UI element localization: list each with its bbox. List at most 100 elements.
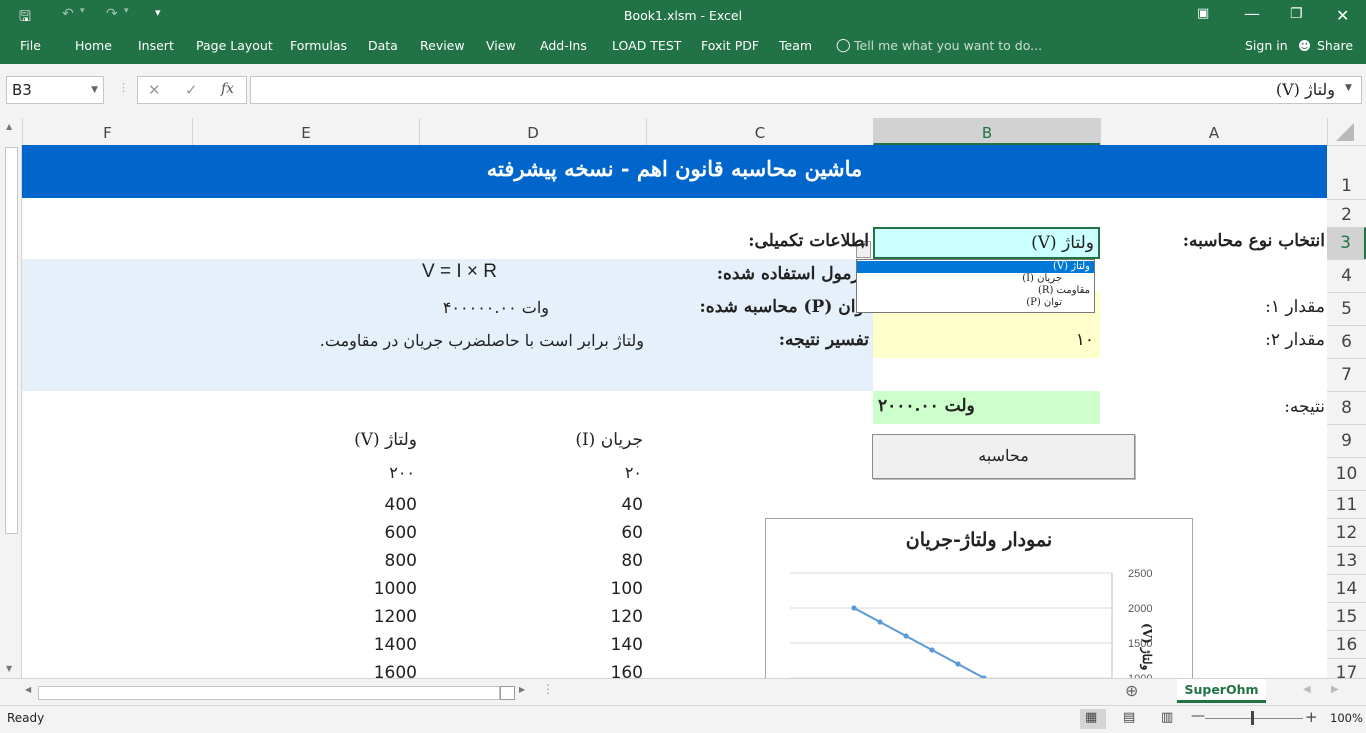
calc-type-cell[interactable]: ولتاژ (V) (873, 227, 1100, 259)
tab-foxit-pdf[interactable]: Foxit PDF (701, 38, 759, 53)
tab-splitter-icon[interactable]: ⋮ (542, 682, 554, 696)
table-cell-current: 80 (621, 551, 643, 571)
column-header-a[interactable]: A (1100, 118, 1327, 145)
row-header-4[interactable]: 4 (1327, 259, 1366, 292)
row-header-2[interactable]: 2 (1327, 199, 1366, 227)
scroll-down-icon[interactable]: ▼ (6, 664, 12, 673)
row-header-7[interactable]: 7 (1327, 358, 1366, 391)
row-header-17[interactable]: 17 (1327, 658, 1366, 678)
worksheet-grid[interactable]: ماشین محاسبه قانون اهم - نسخه پیشرفته ان… (22, 145, 1327, 678)
chart-data-point (955, 661, 961, 667)
chart-y-tick-label: 2500 (1128, 568, 1152, 580)
tab-page-layout[interactable]: Page Layout (196, 38, 273, 53)
voltage-current-chart[interactable]: نمودار ولتاژ-جریان 2500200015001000 ولتا… (765, 518, 1193, 678)
table-cell-current: 140 (610, 635, 643, 655)
column-header-d[interactable]: D (419, 118, 646, 145)
value2-cell[interactable]: ۱۰ (873, 325, 1100, 358)
table-cell-voltage: 1000 (373, 579, 417, 599)
next-sheet-icon[interactable]: ▶ (1331, 684, 1339, 695)
sheet-tab-bar: ◀ ▶ ⋮ ⊕ SuperOhm ◀ ▶ (0, 678, 1366, 706)
table-cell-voltage: 800 (384, 551, 417, 571)
column-header-c[interactable]: C (646, 118, 873, 145)
tab-team[interactable]: Team (779, 38, 812, 53)
chevron-down-icon[interactable]: ▼ (91, 77, 98, 103)
tab-file[interactable]: File (20, 38, 41, 53)
prev-sheet-icon[interactable]: ◀ (1303, 684, 1311, 695)
tab-load-test[interactable]: LOAD TEST (612, 38, 681, 53)
column-header-e[interactable]: E (192, 118, 419, 145)
scroll-left-icon[interactable]: ◀ (25, 685, 31, 694)
sign-in-link[interactable]: Sign in (1245, 38, 1288, 53)
dropdown-option[interactable]: ولتاژ (V) (857, 261, 1094, 273)
ribbon-display-options-icon[interactable]: ▣ (1197, 6, 1209, 21)
minimize-icon[interactable]: — (1244, 4, 1260, 23)
share-button[interactable]: Share (1317, 38, 1353, 53)
formula-input[interactable]: ولتاژ (V) (250, 76, 1362, 104)
tell-me-search[interactable]: Tell me what you want to do... (854, 38, 1042, 53)
row-header-16[interactable]: 16 (1327, 630, 1366, 658)
name-box[interactable]: B3 ▼ (6, 76, 104, 104)
zoom-slider[interactable] (1205, 718, 1303, 719)
restore-icon[interactable]: ❐ (1290, 6, 1303, 22)
calc-type-dropdown-list[interactable]: ولتاژ (V) جریان (I) مقاومت (R) توان (P) (856, 259, 1095, 313)
title-bar: 🖫 ↶ ▾ ↷ ▾ ▾ Book1.xlsm - Excel ▣ — ❐ ✕ (0, 0, 1366, 32)
tab-data[interactable]: Data (368, 38, 398, 53)
tab-review[interactable]: Review (420, 38, 465, 53)
status-text: Ready (7, 711, 45, 725)
cancel-icon[interactable]: ✕ (148, 81, 161, 99)
formula-used-value: V = I × R (422, 261, 497, 282)
row-header-3[interactable]: 3 (1327, 227, 1366, 259)
horizontal-scroll-thumb[interactable] (500, 686, 515, 700)
row-header-5[interactable]: 5 (1327, 292, 1366, 325)
tab-view[interactable]: View (486, 38, 516, 53)
table-cell-voltage: ۲۰۰ (389, 463, 415, 482)
page-layout-icon[interactable]: ▤ (1123, 710, 1135, 725)
scroll-right-icon[interactable]: ▶ (519, 685, 525, 694)
ribbon-tabs: File Home Insert Page Layout Formulas Da… (0, 32, 1366, 64)
select-all-corner[interactable] (1327, 118, 1366, 145)
result-cell: ولت ۲۰۰۰.۰۰ (873, 391, 1100, 424)
enter-icon[interactable]: ✓ (185, 81, 198, 99)
zoom-out-icon[interactable]: — (1191, 708, 1205, 724)
expand-formula-bar-icon[interactable]: ▼ (1345, 83, 1352, 93)
dropdown-option[interactable]: توان (P) (857, 297, 1094, 309)
row-header-14[interactable]: 14 (1327, 574, 1366, 602)
row-header-10[interactable]: 10 (1327, 457, 1366, 490)
tab-home[interactable]: Home (75, 38, 112, 53)
row-header-9[interactable]: 9 (1327, 424, 1366, 457)
table-cell-current: 160 (610, 663, 643, 678)
value1-label: مقدار ۱: (1265, 297, 1325, 317)
column-header-b[interactable]: B (873, 118, 1100, 145)
tab-add-ins[interactable]: Add-Ins (540, 38, 587, 53)
row-header-11[interactable]: 11 (1327, 490, 1366, 518)
row-header-12[interactable]: 12 (1327, 518, 1366, 546)
row-header-6[interactable]: 6 (1327, 325, 1366, 358)
zoom-level[interactable]: 100% (1330, 711, 1363, 725)
vertical-scrollbar[interactable]: ▼ (0, 145, 22, 678)
column-header-f[interactable]: F (22, 118, 192, 145)
horizontal-scroll-track[interactable] (38, 686, 500, 700)
dropdown-option[interactable]: مقاومت (R) (857, 285, 1094, 297)
calculate-button[interactable]: محاسبه (872, 434, 1135, 479)
close-icon[interactable]: ✕ (1336, 6, 1349, 25)
dropdown-option[interactable]: جریان (I) (857, 273, 1094, 285)
zoom-in-icon[interactable]: + (1305, 708, 1318, 726)
formula-content: ولتاژ (V) (1275, 80, 1335, 99)
chart-data-point (877, 619, 883, 625)
vertical-scroll-thumb[interactable] (5, 147, 18, 534)
chart-data-point (929, 647, 935, 653)
tab-formulas[interactable]: Formulas (290, 38, 347, 53)
row-header-13[interactable]: 13 (1327, 546, 1366, 574)
person-icon: ☻ (1298, 38, 1312, 53)
row-header-15[interactable]: 15 (1327, 602, 1366, 630)
insert-function-icon[interactable]: fx (221, 81, 234, 97)
new-sheet-icon[interactable]: ⊕ (1125, 681, 1138, 700)
page-break-icon[interactable]: ▥ (1161, 710, 1173, 725)
row-header-8[interactable]: 8 (1327, 391, 1366, 424)
scroll-up-icon[interactable]: ▲ (6, 122, 12, 131)
row-header-1[interactable]: 1 (1327, 145, 1366, 199)
zoom-slider-thumb[interactable] (1251, 711, 1254, 725)
tab-insert[interactable]: Insert (138, 38, 174, 53)
sheet-tab-superohm[interactable]: SuperOhm (1177, 679, 1266, 703)
page-title: ماشین محاسبه قانون اهم - نسخه پیشرفته (486, 156, 863, 181)
